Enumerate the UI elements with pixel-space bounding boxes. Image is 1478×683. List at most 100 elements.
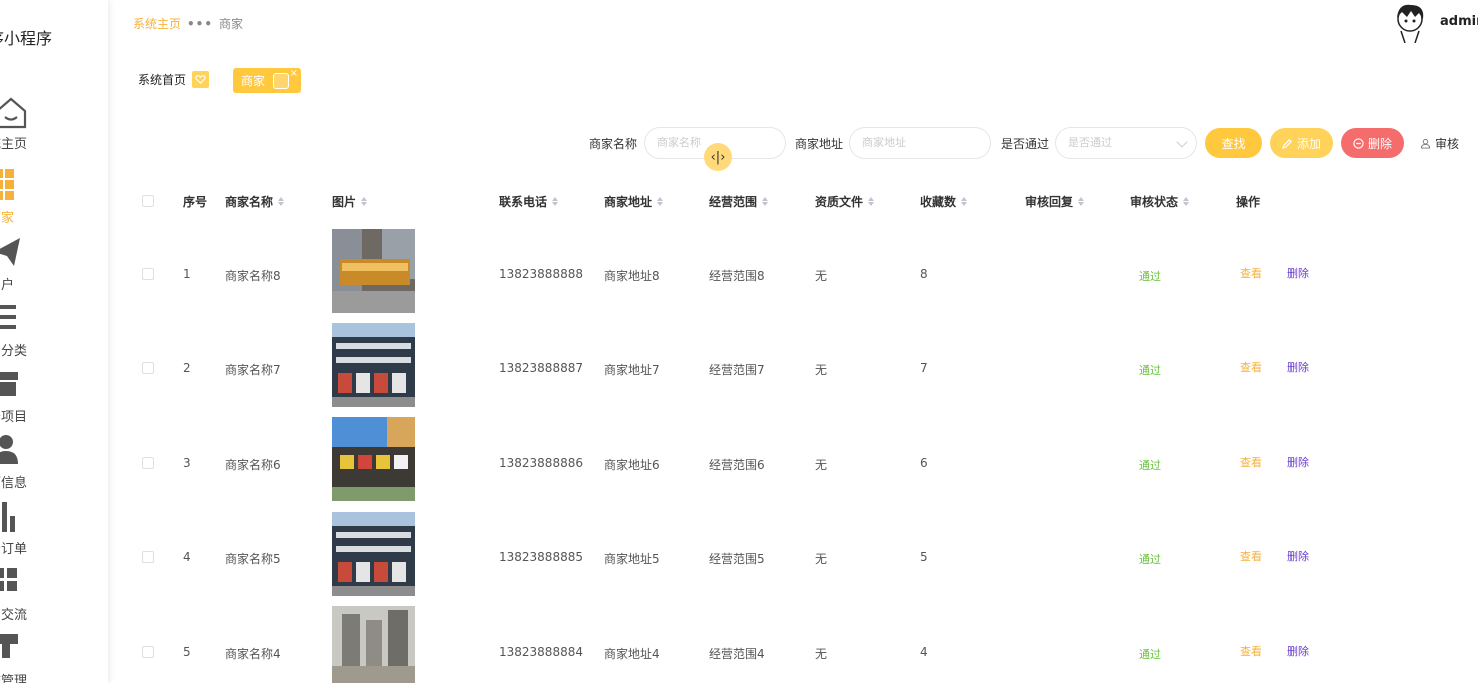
cell-address: 商家地址4 [604, 647, 660, 661]
merchant-image[interactable] [332, 417, 415, 501]
user-name[interactable]: admin [1440, 14, 1478, 29]
cell-license: 无 [815, 269, 828, 283]
cell-name: 商家名称4 [225, 647, 281, 661]
search-button[interactable]: 查找 [1205, 128, 1262, 158]
sidebar-item-label: 务项目 [0, 410, 28, 425]
paper-plane-icon [0, 238, 20, 266]
cell-index: 1 [183, 267, 191, 281]
passed-select[interactable]: 是否通过 [1055, 127, 1197, 159]
sidebar-item-home[interactable]: 统主页 [0, 95, 108, 155]
column-header-image[interactable]: 图片 [332, 193, 368, 210]
merchant-image[interactable] [332, 606, 415, 683]
sidebar-item-staff[interactable]: 师信息 [0, 434, 108, 494]
delete-row-button[interactable]: 删除 [1287, 454, 1309, 470]
cell-index: 5 [183, 645, 191, 659]
sidebar-item-users[interactable]: 用户 [0, 236, 108, 296]
tag-home-label: 系统首页 [138, 73, 187, 87]
add-button[interactable]: 添加 [1270, 128, 1333, 158]
sort-icon[interactable] [552, 197, 559, 206]
add-button-label: 添加 [1296, 136, 1321, 151]
column-header-name[interactable]: 商家名称 [225, 193, 285, 210]
cell-scope: 经营范围6 [709, 458, 765, 472]
sidebar-item-merchant[interactable]: 商家 [0, 169, 108, 229]
sort-icon[interactable] [361, 197, 368, 206]
row-checkbox[interactable] [142, 268, 154, 280]
sort-icon[interactable] [961, 197, 968, 206]
sidebar-item-category[interactable]: 目分类 [0, 302, 108, 362]
delete-row-button[interactable]: 删除 [1287, 359, 1309, 375]
delete-button-label: 删除 [1367, 136, 1392, 151]
avatar[interactable] [1393, 3, 1427, 43]
cell-phone: 13823888884 [499, 645, 583, 659]
audit-button[interactable]: 审核 [1420, 135, 1459, 152]
view-button[interactable]: 查看 [1240, 454, 1262, 470]
column-header-status[interactable]: 审核状态 [1130, 193, 1190, 210]
row-checkbox[interactable] [142, 457, 154, 469]
tag-merchant[interactable]: 商家 × [233, 68, 301, 93]
table-icon [0, 634, 18, 658]
address-label: 商家地址 [795, 137, 844, 151]
sidebar-item-label: 商家 [0, 211, 15, 226]
column-header-index: 序号 [183, 195, 208, 209]
heart-icon [192, 71, 210, 88]
breadcrumb-home[interactable]: 系统主页 [133, 15, 181, 32]
cell-scope: 经营范围8 [709, 269, 765, 283]
sidebar-item-label: 团交流 [0, 608, 28, 623]
sort-icon[interactable] [1183, 197, 1190, 206]
sort-icon[interactable] [868, 197, 875, 206]
row-checkbox[interactable] [142, 646, 154, 658]
sidebar-item-system[interactable]: 统管理 [0, 632, 108, 683]
name-label: 商家名称 [589, 137, 638, 151]
sidebar: 序小程序 统主页 商家 用户 目分类 务项目 师信息 务订单 团交流 统管理 [0, 0, 108, 683]
column-header-reply[interactable]: 审核回复 [1025, 193, 1085, 210]
view-button[interactable]: 查看 [1240, 265, 1262, 281]
sort-icon[interactable] [1078, 197, 1085, 206]
column-header-scope[interactable]: 经营范围 [709, 193, 769, 210]
edit-icon [1281, 138, 1292, 149]
merchant-image[interactable] [332, 229, 415, 313]
chevron-down-icon [1176, 136, 1188, 148]
sort-icon[interactable] [278, 197, 285, 206]
grid-icon [0, 169, 14, 200]
column-header-address[interactable]: 商家地址 [604, 193, 664, 210]
delete-row-button[interactable]: 删除 [1287, 548, 1309, 564]
sort-icon[interactable] [762, 197, 769, 206]
cell-address: 商家地址6 [604, 458, 660, 472]
column-header-phone[interactable]: 联系电话 [499, 193, 559, 210]
cell-address: 商家地址8 [604, 269, 660, 283]
breadcrumb: 系统主页 ••• 商家 [133, 15, 243, 32]
breadcrumb-separator: ••• [187, 16, 214, 31]
delete-button[interactable]: 删除 [1341, 128, 1404, 158]
merchant-image[interactable] [332, 512, 415, 596]
view-button[interactable]: 查看 [1240, 643, 1262, 659]
sidebar-item-orders[interactable]: 务订单 [0, 500, 108, 560]
row-checkbox[interactable] [142, 362, 154, 374]
view-button[interactable]: 查看 [1240, 359, 1262, 375]
merchant-image[interactable] [332, 323, 415, 407]
tag-home[interactable]: 系统首页 [138, 71, 210, 88]
delete-row-button[interactable]: 删除 [1287, 643, 1309, 659]
view-button[interactable]: 查看 [1240, 548, 1262, 564]
close-icon[interactable]: × [290, 68, 298, 79]
cell-name: 商家名称8 [225, 269, 281, 283]
row-checkbox[interactable] [142, 551, 154, 563]
cell-name: 商家名称5 [225, 552, 281, 566]
sidebar-item-label: 目分类 [0, 344, 28, 359]
passed-select-value: 是否通过 [1068, 136, 1112, 149]
select-all-checkbox[interactable] [142, 195, 154, 207]
cell-favorites: 8 [920, 267, 928, 281]
column-header-license[interactable]: 资质文件 [815, 193, 875, 210]
sidebar-item-community[interactable]: 团交流 [0, 566, 108, 626]
sidebar-item-service[interactable]: 务项目 [0, 368, 108, 428]
cell-favorites: 6 [920, 456, 928, 470]
cell-license: 无 [815, 647, 828, 661]
cell-address: 商家地址5 [604, 552, 660, 566]
apps-icon [0, 568, 17, 591]
address-input[interactable]: 商家地址 [849, 127, 991, 159]
bar-chart-icon [2, 502, 15, 532]
column-header-favorites[interactable]: 收藏数 [920, 193, 968, 210]
cell-favorites: 7 [920, 361, 928, 375]
delete-row-button[interactable]: 删除 [1287, 265, 1309, 281]
sort-icon[interactable] [657, 197, 664, 206]
cell-phone: 13823888885 [499, 550, 583, 564]
